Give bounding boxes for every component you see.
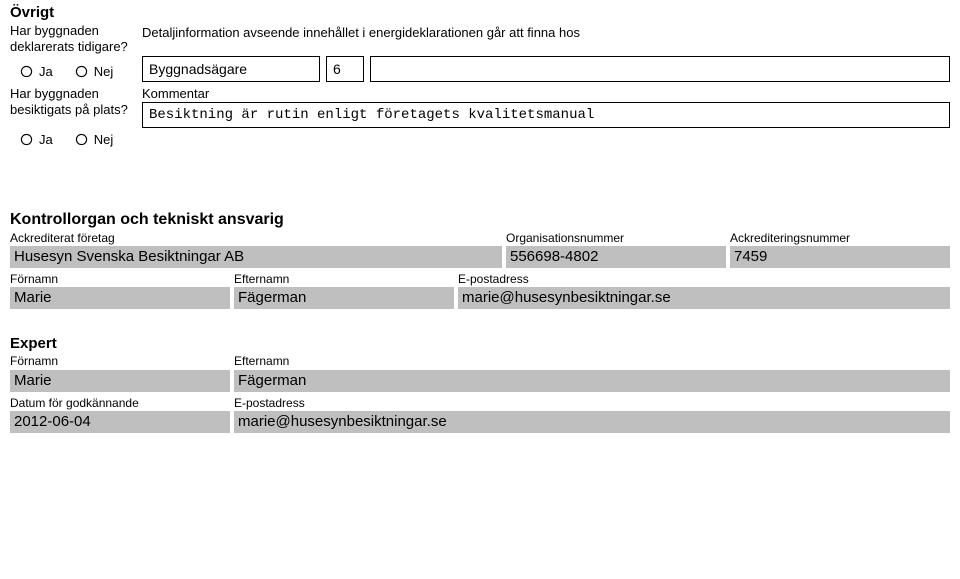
inspected-radio-group: Ja Nej [20, 132, 136, 147]
expert-heading: Expert [10, 335, 950, 352]
question-inspected: Har byggnaden besiktigats på plats? [10, 86, 136, 119]
field-value: Husesyn Svenska Besiktningar AB [10, 246, 502, 268]
expert-efternamn-field: Efternamn Fägerman [234, 354, 950, 391]
ovrigt-section: Övrigt Har byggnaden deklarerats tidigar… [10, 4, 950, 147]
field-value: 2012-06-04 [10, 411, 230, 433]
field-label: E-postadress [234, 396, 950, 410]
field-label: Förnamn [10, 272, 230, 286]
field-value: marie@husesynbesiktningar.se [234, 411, 950, 433]
kontroll-row-1: Ackrediterat företag Husesyn Svenska Bes… [10, 231, 950, 268]
expert-row-1: Förnamn Marie Efternamn Fägerman [10, 354, 950, 391]
kommentar-label: Kommentar [142, 86, 950, 101]
kommentar-block: Kommentar Besiktning är rutin enligt för… [142, 82, 950, 128]
kontroll-epost-field: E-postadress marie@husesynbesiktningar.s… [458, 272, 950, 309]
field-label: Efternamn [234, 354, 950, 368]
ovrigt-heading: Övrigt [10, 4, 950, 21]
field-label: E-postadress [458, 272, 950, 286]
kontroll-row-2: Förnamn Marie Efternamn Fägerman E-posta… [10, 272, 950, 309]
field-value: 556698-4802 [506, 246, 726, 268]
ackrediteringsnummer-field: Ackrediteringsnummer 7459 [730, 231, 950, 268]
radio-icon [20, 133, 33, 146]
field-value: marie@husesynbesiktningar.se [458, 287, 950, 309]
expert-row-2: Datum för godkännande 2012-06-04 E-posta… [10, 396, 950, 433]
radio-icon [20, 65, 33, 78]
field-label: Organisationsnummer [506, 231, 726, 245]
field-label: Datum för godkännande [10, 396, 230, 410]
inspected-ja-radio[interactable]: Ja [20, 132, 53, 147]
kontroll-fornamn-field: Förnamn Marie [10, 272, 230, 309]
radio-icon [75, 133, 88, 146]
kontroll-efternamn-field: Efternamn Fägerman [234, 272, 454, 309]
field-value: Marie [10, 287, 230, 309]
inspected-nej-radio[interactable]: Nej [75, 132, 114, 147]
expert-epost-field: E-postadress marie@husesynbesiktningar.s… [234, 396, 950, 433]
expert-fornamn-field: Förnamn Marie [10, 354, 230, 391]
declared-nej-radio[interactable]: Nej [75, 64, 114, 79]
field-value: 7459 [730, 246, 950, 268]
radio-label-nej: Nej [94, 132, 114, 147]
field-label: Ackrediterat företag [10, 231, 502, 245]
expert-section: Expert Förnamn Marie Efternamn Fägerman … [10, 335, 950, 433]
field-label: Efternamn [234, 272, 454, 286]
expert-datum-field: Datum för godkännande 2012-06-04 [10, 396, 230, 433]
owner-number-input[interactable]: 6 [326, 56, 364, 82]
kommentar-input[interactable]: Besiktning är rutin enligt företagets kv… [142, 102, 950, 128]
organisationsnummer-field: Organisationsnummer 556698-4802 [506, 231, 726, 268]
owner-row: Byggnadsägare 6 [142, 56, 950, 82]
kontrollorgan-heading: Kontrollorgan och tekniskt ansvarig [10, 211, 950, 229]
owner-extra-input[interactable] [370, 56, 950, 82]
field-value: Marie [10, 370, 230, 392]
radio-label-ja: Ja [39, 132, 53, 147]
question-declared: Har byggnaden deklarerats tidigare? [10, 23, 136, 56]
field-value: Fägerman [234, 370, 950, 392]
radio-icon [75, 65, 88, 78]
declared-radio-group: Ja Nej [20, 64, 136, 79]
ackrediterat-foretag-field: Ackrediterat företag Husesyn Svenska Bes… [10, 231, 502, 268]
radio-label-ja: Ja [39, 64, 53, 79]
field-label: Förnamn [10, 354, 230, 368]
detail-intro-text: Detaljinformation avseende innehållet i … [142, 25, 950, 40]
field-value: Fägerman [234, 287, 454, 309]
kontrollorgan-section: Kontrollorgan och tekniskt ansvarig Ackr… [10, 211, 950, 310]
radio-label-nej: Nej [94, 64, 114, 79]
owner-type-input[interactable]: Byggnadsägare [142, 56, 320, 82]
field-label: Ackrediteringsnummer [730, 231, 950, 245]
declared-ja-radio[interactable]: Ja [20, 64, 53, 79]
